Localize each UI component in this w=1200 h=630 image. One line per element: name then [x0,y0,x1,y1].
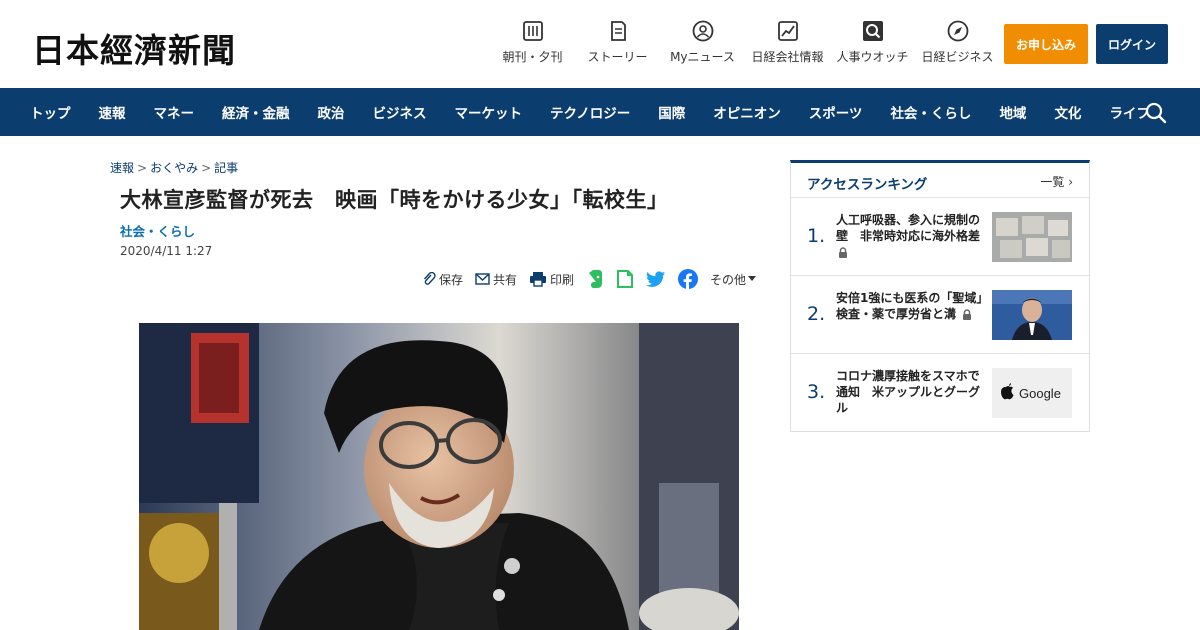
twitter-icon [646,270,666,287]
nav-item[interactable]: 地域 [985,102,1040,122]
ranking-number: 2. [807,303,826,325]
ranking-text: 安倍1強にも医系の「聖域」 検査・薬で厚労省と溝 [836,290,994,322]
header-link-personnel[interactable]: 人事ウオッチ [830,20,915,65]
nav-item[interactable]: 速報 [85,102,140,122]
mail-icon [475,273,490,285]
nav-item[interactable]: トップ [16,102,85,122]
breadcrumb-item[interactable]: 記事 [214,161,238,175]
nav-list: トップ 速報 マネー 経済・金融 政治 ビジネス マーケット テクノロジー 国際 オピニオン スポー… [16,88,1164,136]
access-ranking: アクセスランキング 一覧 › 1. 人工呼吸器、参入に規制の壁 非常時対応に海外… [790,160,1090,432]
memo-button[interactable] [616,269,634,289]
book-icon [610,21,626,41]
share-button[interactable]: 共有 [475,271,517,288]
evernote-button[interactable] [586,269,604,289]
nav-item[interactable]: テクノロジー [536,102,644,122]
nav-item[interactable]: ビジネス [359,102,441,122]
main-nav: トップ 速報 マネー 経済・金融 政治 ビジネス マーケット テクノロジー 国際 オピニオン スポー… [0,88,1200,136]
chevron-right-icon: › [1068,175,1073,189]
header-link-label: 日経会社情報 [751,50,824,64]
print-button[interactable]: 印刷 [529,271,574,288]
user-icon [692,20,713,42]
header-link-company[interactable]: 日経会社情報 [745,20,830,65]
facebook-icon [678,269,699,289]
ranking-item[interactable]: 1. 人工呼吸器、参入に規制の壁 非常時対応に海外格差 [791,198,1089,276]
article-photo [139,323,739,630]
share-bar: 保存 共有 印刷 その他 [422,268,771,290]
memo-icon [617,270,634,288]
breadcrumb: 速報 > おくやみ > 記事 [110,159,238,176]
ranking-thumbnail [992,212,1072,262]
header-link-paper[interactable]: 朝刊・夕刊 [490,20,575,65]
ranking-thumbnail: Google [992,368,1072,418]
caret-down-icon [748,276,757,281]
header-icon-menu: 朝刊・夕刊 ストーリー Myニュース 日経会社情報 人事ウオッチ 日経ビジネス [490,20,1000,65]
apply-button[interactable]: お申し込み [1004,24,1088,64]
header-link-label: ストーリー [587,50,648,64]
share-label: 共有 [493,272,518,287]
more-label: その他 [710,272,747,287]
nav-item[interactable]: 経済・金融 [208,102,304,122]
header-link-label: 朝刊・夕刊 [502,50,563,64]
save-button[interactable]: 保存 [422,271,463,288]
ranking-headline: 人工呼吸器、参入に規制の壁 非常時対応に海外格差 [836,213,981,243]
save-label: 保存 [439,272,464,287]
nav-item[interactable]: マーケット [441,102,537,122]
nav-item[interactable]: スポーツ [795,102,877,122]
twitter-button[interactable] [646,270,666,288]
facebook-button[interactable] [678,269,699,289]
ranking-more-label: 一覧 [1040,175,1065,189]
breadcrumb-separator: > [201,161,212,175]
chart-icon [777,21,798,41]
nav-item[interactable]: 社会・くらし [876,102,985,122]
nav-item[interactable]: オピニオン [699,102,795,122]
ranking-more-link[interactable]: 一覧 › [1040,173,1073,190]
header-link-story[interactable]: ストーリー [575,20,660,65]
site-logo[interactable]: 日本經濟新聞 [32,24,236,72]
breadcrumb-item[interactable]: 速報 [110,161,134,175]
lock-icon [963,309,972,320]
nav-item[interactable]: マネー [140,102,209,122]
breadcrumb-item[interactable]: おくやみ [150,161,198,175]
header-link-business[interactable]: 日経ビジネス [915,20,1000,65]
ranking-headline: コロナ濃厚接触をスマホで通知 米アップルとグーグル [836,369,981,415]
nav-item[interactable]: 国際 [644,102,699,122]
header-link-label: 日経ビジネス [921,50,994,64]
nav-item[interactable]: 政治 [304,102,359,122]
lock-icon [839,247,847,258]
google-logo-text: Google [1019,386,1061,401]
search-icon[interactable] [1144,101,1168,125]
more-share-button[interactable]: その他 [710,271,759,288]
header-link-label: Myニュース [670,50,735,64]
ranking-item[interactable]: 2. 安倍1強にも医系の「聖域」 検査・薬で厚労省と溝 [791,276,1089,354]
ranking-number: 3. [807,381,826,403]
ranking-title: アクセスランキング [807,177,928,193]
ranking-thumbnail [992,290,1072,340]
site-header: 日本經濟新聞 朝刊・夕刊 ストーリー Myニュース 日経会社情報 人事ウオッチ [0,0,1200,88]
header-link-label: 人事ウオッチ [836,50,909,64]
login-button[interactable]: ログイン [1096,24,1168,64]
article-headline: 大林宣彦監督が死去 映画「時をかける少女」「転校生」 [120,188,669,212]
article-date: 2020/4/11 1:27 [120,244,213,258]
article-category-link[interactable]: 社会・くらし [120,221,195,240]
ranking-text: コロナ濃厚接触をスマホで通知 米アップルとグーグル [836,368,984,416]
printer-icon [530,272,547,287]
compass-icon [947,20,968,42]
page: 日本經濟新聞 朝刊・夕刊 ストーリー Myニュース 日経会社情報 人事ウオッチ [0,0,1200,630]
ranking-text: 人工呼吸器、参入に規制の壁 非常時対応に海外格差 [836,212,984,260]
search-person-icon [862,21,883,41]
breadcrumb-separator: > [137,161,148,175]
paperclip-icon [423,272,436,285]
evernote-icon [589,270,603,288]
nav-item[interactable]: 文化 [1040,102,1095,122]
ranking-number: 1. [807,225,826,247]
header-link-mynews[interactable]: Myニュース [660,20,745,65]
portrait-illustration [139,323,739,630]
ranking-item[interactable]: 3. コロナ濃厚接触をスマホで通知 米アップルとグーグル Google [791,354,1089,432]
ranking-header: アクセスランキング 一覧 › [791,163,1089,198]
print-label: 印刷 [550,272,575,287]
newspaper-icon [522,21,543,41]
